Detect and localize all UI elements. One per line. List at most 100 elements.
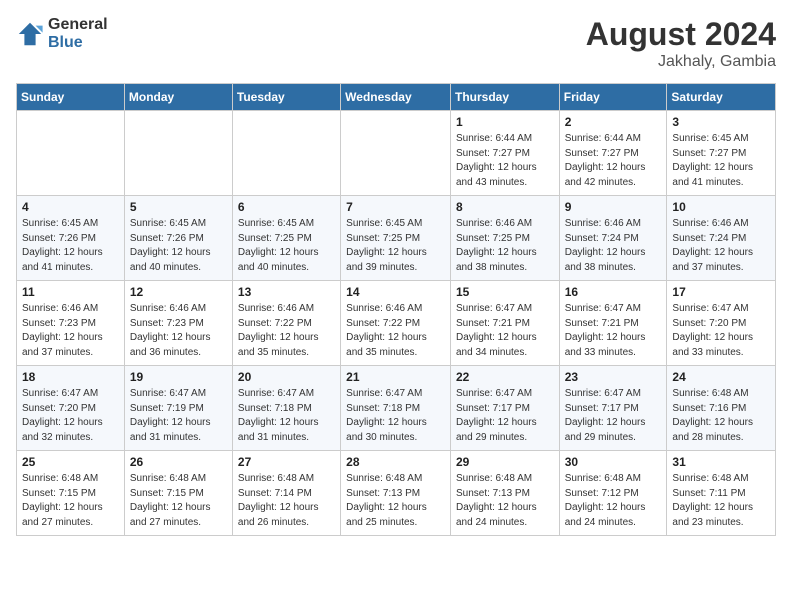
day-number: 18: [22, 370, 119, 384]
day-info: Sunrise: 6:45 AM Sunset: 7:27 PM Dayligh…: [672, 132, 770, 190]
calendar-cell: [232, 111, 340, 196]
calendar-cell: 4 Sunrise: 6:45 AM Sunset: 7:26 PM Daylig…: [17, 196, 125, 281]
week-row-3: 18 Sunrise: 6:47 AM Sunset: 7:20 PM Dayli…: [17, 366, 776, 451]
day-info: Sunrise: 6:47 AM Sunset: 7:19 PM Dayligh…: [130, 387, 227, 445]
calendar-cell: 27 Sunrise: 6:48 AM Sunset: 7:14 PM Dayli…: [232, 451, 340, 536]
day-number: 19: [130, 370, 227, 384]
day-number: 12: [130, 285, 227, 299]
day-info: Sunrise: 6:48 AM Sunset: 7:13 PM Dayligh…: [346, 472, 445, 530]
day-info: Sunrise: 6:46 AM Sunset: 7:23 PM Dayligh…: [22, 302, 119, 360]
day-info: Sunrise: 6:47 AM Sunset: 7:17 PM Dayligh…: [565, 387, 662, 445]
calendar-cell: 25Sunrise: 6:48 AM Sunset: 7:15 PM Dayli…: [17, 451, 125, 536]
day-info: Sunrise: 6:48 AM Sunset: 7:11 PM Dayligh…: [672, 472, 770, 530]
week-row-0: 1 Sunrise: 6:44 AM Sunset: 7:27 PM Daylig…: [17, 111, 776, 196]
calendar-cell: 13 Sunrise: 6:46 AM Sunset: 7:22 PM Dayli…: [232, 281, 340, 366]
calendar-cell: 15 Sunrise: 6:47 AM Sunset: 7:21 PM Dayli…: [450, 281, 559, 366]
week-row-4: 25Sunrise: 6:48 AM Sunset: 7:15 PM Dayli…: [17, 451, 776, 536]
location: Jakhaly, Gambia: [586, 53, 776, 71]
day-info: Sunrise: 6:45 AM Sunset: 7:26 PM Dayligh…: [22, 217, 119, 275]
day-number: 13: [238, 285, 335, 299]
calendar-cell: 29 Sunrise: 6:48 AM Sunset: 7:13 PM Dayli…: [450, 451, 559, 536]
day-number: 30: [565, 455, 662, 469]
header-sunday: Sunday: [17, 84, 125, 111]
day-info: Sunrise: 6:48 AM Sunset: 7:15 PM Dayligh…: [22, 472, 119, 530]
calendar-table: SundayMondayTuesdayWednesdayThursdayFrid…: [16, 83, 776, 536]
day-number: 28: [346, 455, 445, 469]
day-number: 29: [456, 455, 554, 469]
day-number: 4: [22, 200, 119, 214]
title-area: August 2024 Jakhaly, Gambia: [586, 16, 776, 71]
day-info: Sunrise: 6:46 AM Sunset: 7:25 PM Dayligh…: [456, 217, 554, 275]
header-saturday: Saturday: [667, 84, 776, 111]
day-number: 1: [456, 115, 554, 129]
calendar-cell: 9 Sunrise: 6:46 AM Sunset: 7:24 PM Daylig…: [559, 196, 667, 281]
calendar-cell: 22 Sunrise: 6:47 AM Sunset: 7:17 PM Dayli…: [450, 366, 559, 451]
day-number: 16: [565, 285, 662, 299]
day-info: Sunrise: 6:44 AM Sunset: 7:27 PM Dayligh…: [456, 132, 554, 190]
day-number: 22: [456, 370, 554, 384]
day-info: Sunrise: 6:45 AM Sunset: 7:25 PM Dayligh…: [346, 217, 445, 275]
day-info: Sunrise: 6:47 AM Sunset: 7:20 PM Dayligh…: [672, 302, 770, 360]
calendar-cell: 20 Sunrise: 6:47 AM Sunset: 7:18 PM Dayli…: [232, 366, 340, 451]
logo-general: General: [48, 16, 108, 34]
day-info: Sunrise: 6:48 AM Sunset: 7:14 PM Dayligh…: [238, 472, 335, 530]
week-row-1: 4 Sunrise: 6:45 AM Sunset: 7:26 PM Daylig…: [17, 196, 776, 281]
day-info: Sunrise: 6:45 AM Sunset: 7:25 PM Dayligh…: [238, 217, 335, 275]
day-number: 31: [672, 455, 770, 469]
day-number: 14: [346, 285, 445, 299]
calendar-cell: 6 Sunrise: 6:45 AM Sunset: 7:25 PM Daylig…: [232, 196, 340, 281]
calendar-cell: [341, 111, 451, 196]
day-number: 5: [130, 200, 227, 214]
day-info: Sunrise: 6:46 AM Sunset: 7:23 PM Dayligh…: [130, 302, 227, 360]
day-info: Sunrise: 6:47 AM Sunset: 7:18 PM Dayligh…: [346, 387, 445, 445]
day-number: 20: [238, 370, 335, 384]
day-number: 23: [565, 370, 662, 384]
calendar-cell: 5Sunrise: 6:45 AM Sunset: 7:26 PM Daylig…: [124, 196, 232, 281]
day-number: 21: [346, 370, 445, 384]
calendar-cell: 12 Sunrise: 6:46 AM Sunset: 7:23 PM Dayli…: [124, 281, 232, 366]
day-info: Sunrise: 6:47 AM Sunset: 7:21 PM Dayligh…: [565, 302, 662, 360]
day-info: Sunrise: 6:46 AM Sunset: 7:24 PM Dayligh…: [565, 217, 662, 275]
day-number: 17: [672, 285, 770, 299]
day-number: 10: [672, 200, 770, 214]
header-thursday: Thursday: [450, 84, 559, 111]
day-info: Sunrise: 6:47 AM Sunset: 7:21 PM Dayligh…: [456, 302, 554, 360]
calendar-header-row: SundayMondayTuesdayWednesdayThursdayFrid…: [17, 84, 776, 111]
day-number: 15: [456, 285, 554, 299]
day-info: Sunrise: 6:46 AM Sunset: 7:22 PM Dayligh…: [238, 302, 335, 360]
day-number: 27: [238, 455, 335, 469]
calendar-cell: 11Sunrise: 6:46 AM Sunset: 7:23 PM Dayli…: [17, 281, 125, 366]
week-row-2: 11Sunrise: 6:46 AM Sunset: 7:23 PM Dayli…: [17, 281, 776, 366]
calendar-cell: 17 Sunrise: 6:47 AM Sunset: 7:20 PM Dayli…: [667, 281, 776, 366]
calendar-cell: 2 Sunrise: 6:44 AM Sunset: 7:27 PM Daylig…: [559, 111, 667, 196]
day-info: Sunrise: 6:44 AM Sunset: 7:27 PM Dayligh…: [565, 132, 662, 190]
day-number: 3: [672, 115, 770, 129]
logo-icon: [16, 20, 44, 48]
day-info: Sunrise: 6:47 AM Sunset: 7:17 PM Dayligh…: [456, 387, 554, 445]
calendar-cell: [17, 111, 125, 196]
calendar-cell: 30Sunrise: 6:48 AM Sunset: 7:12 PM Dayli…: [559, 451, 667, 536]
day-number: 24: [672, 370, 770, 384]
day-info: Sunrise: 6:47 AM Sunset: 7:18 PM Dayligh…: [238, 387, 335, 445]
day-number: 9: [565, 200, 662, 214]
day-number: 26: [130, 455, 227, 469]
day-number: 2: [565, 115, 662, 129]
logo-blue: Blue: [48, 34, 108, 52]
day-number: 7: [346, 200, 445, 214]
day-number: 6: [238, 200, 335, 214]
day-info: Sunrise: 6:48 AM Sunset: 7:13 PM Dayligh…: [456, 472, 554, 530]
calendar-cell: 19 Sunrise: 6:47 AM Sunset: 7:19 PM Dayli…: [124, 366, 232, 451]
header-monday: Monday: [124, 84, 232, 111]
calendar-cell: 18 Sunrise: 6:47 AM Sunset: 7:20 PM Dayli…: [17, 366, 125, 451]
day-info: Sunrise: 6:47 AM Sunset: 7:20 PM Dayligh…: [22, 387, 119, 445]
calendar-cell: 26Sunrise: 6:48 AM Sunset: 7:15 PM Dayli…: [124, 451, 232, 536]
calendar-cell: 28 Sunrise: 6:48 AM Sunset: 7:13 PM Dayli…: [341, 451, 451, 536]
month-year: August 2024: [586, 16, 776, 53]
calendar-cell: 3 Sunrise: 6:45 AM Sunset: 7:27 PM Daylig…: [667, 111, 776, 196]
page-header: General Blue August 2024 Jakhaly, Gambia: [16, 16, 776, 71]
calendar-cell: 1 Sunrise: 6:44 AM Sunset: 7:27 PM Daylig…: [450, 111, 559, 196]
day-info: Sunrise: 6:46 AM Sunset: 7:24 PM Dayligh…: [672, 217, 770, 275]
calendar-body: 1 Sunrise: 6:44 AM Sunset: 7:27 PM Daylig…: [17, 111, 776, 536]
day-info: Sunrise: 6:48 AM Sunset: 7:16 PM Dayligh…: [672, 387, 770, 445]
calendar-cell: 23 Sunrise: 6:47 AM Sunset: 7:17 PM Dayli…: [559, 366, 667, 451]
